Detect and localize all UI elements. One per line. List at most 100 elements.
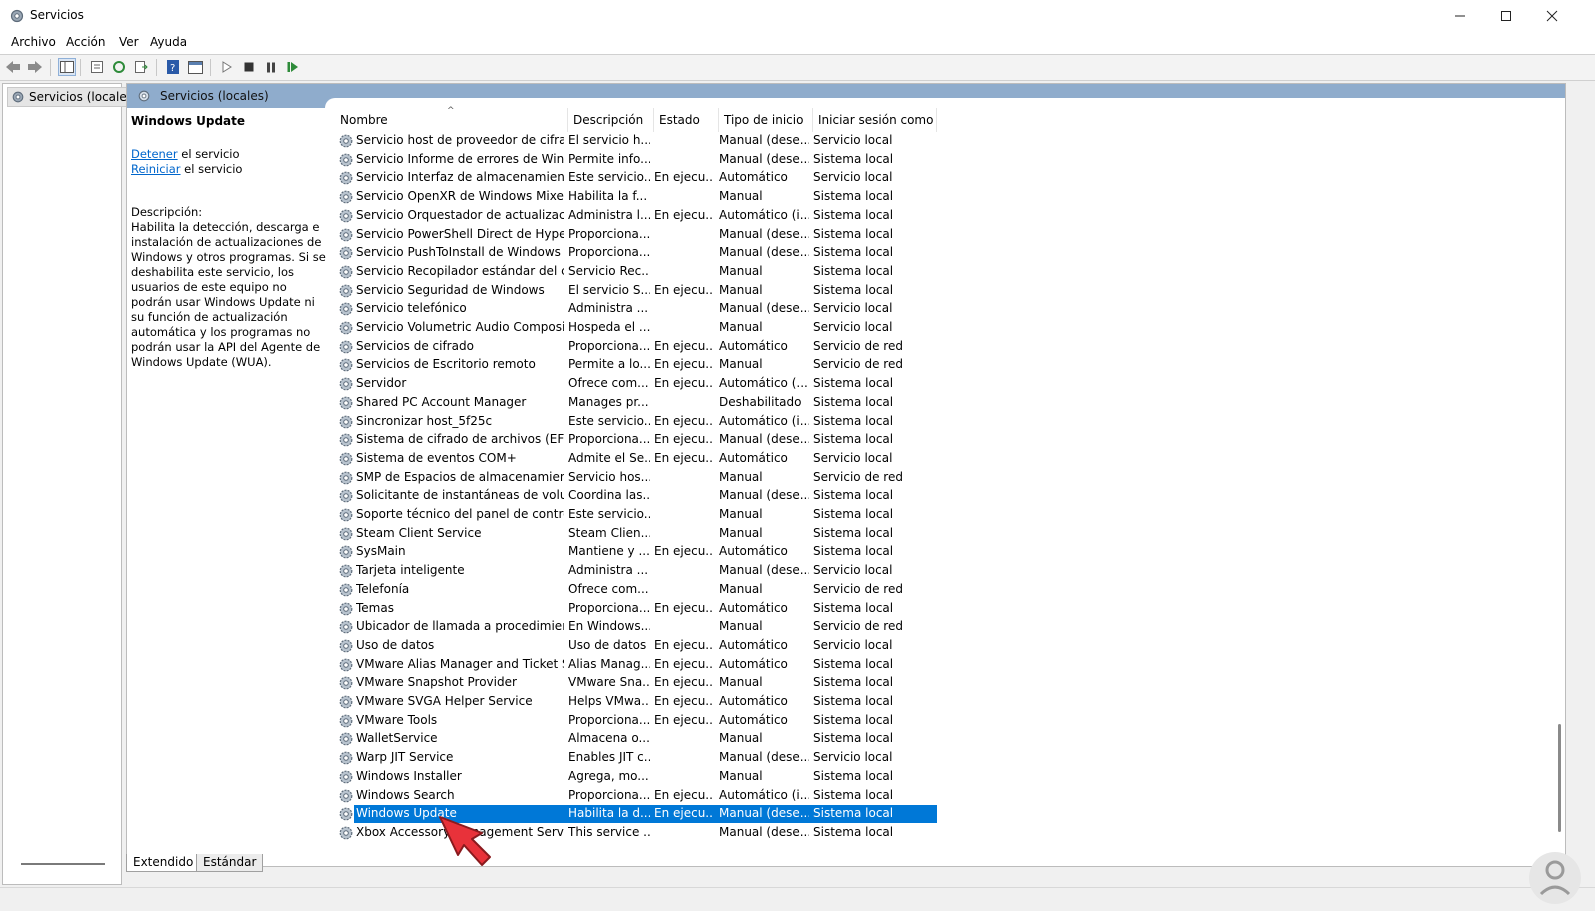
close-button[interactable] <box>1529 0 1575 32</box>
table-row[interactable]: Temas Proporciona... En ejecu... Automático… <box>335 600 937 619</box>
pause-service-button[interactable] <box>262 58 280 76</box>
table-cell: Manual <box>719 768 763 783</box>
table-cell: Sistema local <box>813 245 894 260</box>
table-row[interactable]: Windows Update Habilita la d... En ejecu..… <box>335 805 937 824</box>
minimize-button[interactable] <box>1437 0 1483 32</box>
table-row[interactable]: Servicio Volumetric Audio Compositor Hosp… <box>335 319 937 338</box>
table-cell: SysMain <box>356 544 406 559</box>
table-row[interactable]: Servicio host de proveedor de cifrado ..… <box>335 132 937 151</box>
table-cell: Sincronizar host_5f25c <box>356 413 493 428</box>
table-cell: Servicio hos... <box>568 469 650 484</box>
menu-ver[interactable]: Ver <box>119 35 139 49</box>
table-cell: Sistema local <box>813 394 894 409</box>
column-header-descripcion[interactable]: Descripción <box>568 108 654 132</box>
table-cell: En ejecu... <box>654 656 714 671</box>
table-row[interactable]: Sistema de eventos COM+ Admite el Se... En… <box>335 450 937 469</box>
table-row[interactable]: Ubicador de llamada a procedimiento ... E… <box>335 618 937 637</box>
horizontal-scrollbar[interactable] <box>21 863 105 865</box>
back-button[interactable] <box>4 58 22 76</box>
table-cell: Shared PC Account Manager <box>356 394 527 409</box>
table-row[interactable]: Servicio telefónico Administra ... Manual … <box>335 300 937 319</box>
table-row[interactable]: SysMain Mantiene y ... En ejecu... Automáti… <box>335 543 937 562</box>
table-row[interactable]: Warp JIT Service Enables JIT c... Manual (… <box>335 749 937 768</box>
table-cell: Servicio Interfaz de almacenamiento e... <box>356 170 564 185</box>
table-row[interactable]: Servicio OpenXR de Windows Mixed R... Hab… <box>335 188 937 207</box>
row-cells: Windows Search Proporciona... En ejecu... A… <box>354 787 937 805</box>
table-cell: Manual (dese... <box>719 824 809 839</box>
restart-service-link[interactable]: Reiniciar <box>131 162 181 176</box>
table-row[interactable]: Steam Client Service Steam Clien... Manual… <box>335 525 937 544</box>
table-row[interactable]: VMware Snapshot Provider VMware Sna... En … <box>335 674 937 693</box>
maximize-icon <box>1501 11 1511 21</box>
table-row[interactable]: Sincronizar host_5f25c Este servicio... En… <box>335 413 937 432</box>
table-row[interactable]: Servicio PushToInstall de Windows Proporc… <box>335 244 937 263</box>
services-list[interactable]: Nombre ^ Descripción Estado Tipo de inic… <box>335 106 1565 866</box>
view-button[interactable] <box>186 58 204 76</box>
maximize-button[interactable] <box>1483 0 1529 32</box>
table-cell: Manual (dese... <box>719 226 809 241</box>
forward-button[interactable] <box>26 58 44 76</box>
table-row[interactable]: Tarjeta inteligente Administra ... Manual … <box>335 562 937 581</box>
table-row[interactable]: VMware Alias Manager and Ticket Serv... A… <box>335 656 937 675</box>
refresh-button[interactable] <box>110 58 128 76</box>
close-icon <box>1546 10 1558 22</box>
column-header-tipo-inicio[interactable]: Tipo de inicio <box>719 108 813 132</box>
table-row[interactable]: Servicio Interfaz de almacenamiento e...… <box>335 169 937 188</box>
properties-button[interactable] <box>88 58 106 76</box>
table-row[interactable]: Windows Search Proporciona... En ejecu... A… <box>335 787 937 806</box>
table-row[interactable]: WalletService Almacena o... Manual Sistema … <box>335 730 937 749</box>
column-header-estado[interactable]: Estado <box>654 108 719 132</box>
restart-service-button[interactable] <box>284 58 302 76</box>
table-row[interactable]: Servicio Seguridad de Windows El servicio… <box>335 282 937 301</box>
menu-archivo[interactable]: Archivo <box>11 35 56 49</box>
table-row[interactable]: Servicio Orquestador de actualizaciones A… <box>335 207 937 226</box>
column-header-iniciar-sesion[interactable]: Iniciar sesión como <box>813 108 937 132</box>
help-button[interactable]: ? <box>164 58 182 76</box>
client-area: Servicios (locales) Servicios (locales) … <box>0 81 1595 887</box>
column-header-nombre[interactable]: Nombre ^ <box>335 106 568 132</box>
service-gear-icon <box>339 751 353 765</box>
table-cell: Proporciona... <box>568 787 650 802</box>
table-row[interactable]: Telefonía Ofrece com... Manual Servicio de … <box>335 581 937 600</box>
table-row[interactable]: Servidor Ofrece com... En ejecu... Automáti… <box>335 375 937 394</box>
stop-service-button[interactable] <box>240 58 258 76</box>
tab-estandar[interactable]: Estándar <box>196 854 264 872</box>
show-console-tree-button[interactable] <box>58 58 76 76</box>
search-icon <box>138 90 150 102</box>
table-row[interactable]: Solicitante de instantáneas de volume...… <box>335 487 937 506</box>
table-row[interactable]: Servicios de cifrado Proporciona... En eje… <box>335 338 937 357</box>
vertical-scrollbar[interactable] <box>1558 724 1561 832</box>
table-row[interactable]: Servicio Informe de errores de Windows Pe… <box>335 151 937 170</box>
service-gear-icon <box>339 583 353 597</box>
table-row[interactable]: Sistema de cifrado de archivos (EFS) Prop… <box>335 431 937 450</box>
table-cell: Automático (i... <box>719 207 809 222</box>
row-cells: VMware SVGA Helper Service Helps VMwa... E… <box>354 693 937 711</box>
table-cell: En ejecu... <box>654 637 714 652</box>
table-cell: Sistema local <box>813 787 894 802</box>
table-row[interactable]: Servicio Recopilador estándar del conc..… <box>335 263 937 282</box>
table-row[interactable]: VMware Tools Proporciona... En ejecu... Aut… <box>335 712 937 731</box>
tab-extendido[interactable]: Extendido <box>126 854 201 872</box>
service-gear-icon <box>339 377 353 391</box>
service-gear-icon <box>339 265 353 279</box>
table-row[interactable]: Soporte técnico del panel de control In.… <box>335 506 937 525</box>
table-row[interactable]: Xbox Accessory Management ServiceThis se… <box>335 824 937 843</box>
tree-item-servicios-locales[interactable]: Servicios (locales) <box>7 87 142 107</box>
export-list-button[interactable] <box>132 58 150 76</box>
menu-accion[interactable]: Acción <box>66 35 105 49</box>
table-row[interactable]: Windows Installer Agrega, mo... Manual Sist… <box>335 768 937 787</box>
table-cell: Servicio local <box>813 170 893 185</box>
table-row[interactable]: Shared PC Account Manager Manages pr... De… <box>335 394 937 413</box>
table-cell: Coordina las... <box>568 488 650 503</box>
service-gear-icon <box>339 190 353 204</box>
table-row[interactable]: Servicio PowerShell Direct de Hyper-V Pro… <box>335 226 937 245</box>
table-row[interactable]: Uso de datos Uso de datos En ejecu... Autom… <box>335 637 937 656</box>
table-cell: Steam Clien... <box>568 525 650 540</box>
table-row[interactable]: Servicios de Escritorio remoto Permite a … <box>335 356 937 375</box>
stop-service-link[interactable]: Detener <box>131 147 178 161</box>
table-cell: En Windows... <box>568 619 650 634</box>
table-row[interactable]: VMware SVGA Helper Service Helps VMwa... E… <box>335 693 937 712</box>
start-service-button[interactable] <box>218 58 236 76</box>
table-row[interactable]: SMP de Espacios de almacenamiento ... Ser… <box>335 469 937 488</box>
menu-ayuda[interactable]: Ayuda <box>150 35 187 49</box>
